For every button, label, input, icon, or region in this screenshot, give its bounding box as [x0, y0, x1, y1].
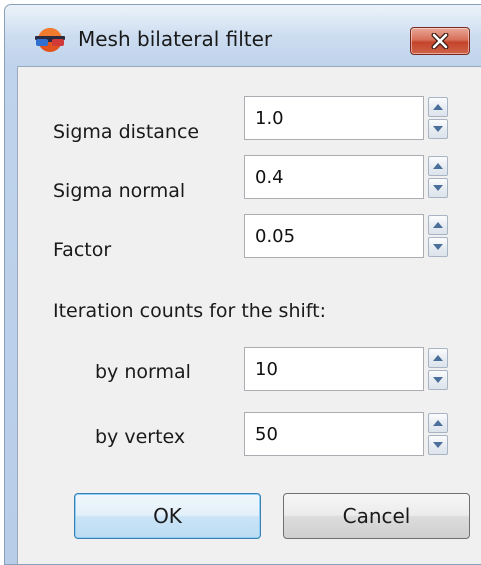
arrow-up-icon	[433, 163, 443, 169]
by-vertex-label: by vertex	[95, 426, 186, 448]
by-vertex-spinner[interactable]	[428, 412, 448, 456]
sigma-distance-down-button[interactable]	[428, 119, 448, 139]
ok-button[interactable]: OK	[74, 493, 261, 539]
by-normal-field[interactable]	[244, 347, 424, 391]
arrow-up-icon	[433, 420, 443, 426]
sigma-distance-field[interactable]	[244, 96, 424, 140]
close-button[interactable]	[410, 27, 470, 55]
sigma-distance-label: Sigma distance	[53, 121, 200, 143]
dialog-window: Mesh bilateral filter Sigma distance 1.0…	[4, 4, 481, 565]
app-icon	[32, 27, 68, 53]
sigma-distance-input[interactable]	[245, 97, 423, 139]
close-icon	[429, 33, 451, 49]
title-bar[interactable]: Mesh bilateral filter	[5, 5, 481, 61]
cancel-button[interactable]: Cancel	[283, 493, 470, 539]
arrow-down-icon	[433, 377, 443, 383]
by-normal-label: by normal	[95, 361, 191, 383]
sigma-distance-up-button[interactable]	[428, 97, 448, 117]
sigma-normal-field[interactable]	[244, 155, 424, 199]
by-normal-input[interactable]	[245, 348, 423, 390]
arrow-down-icon	[433, 126, 443, 132]
factor-spinner[interactable]	[428, 214, 448, 258]
dialog-body: Sigma distance Sigma normal Factor	[17, 66, 481, 564]
factor-field[interactable]	[244, 214, 424, 258]
by-normal-down-button[interactable]	[428, 370, 448, 390]
arrow-down-icon	[433, 244, 443, 250]
arrow-up-icon	[433, 222, 443, 228]
arrow-down-icon	[433, 442, 443, 448]
sigma-normal-spinner[interactable]	[428, 155, 448, 199]
factor-up-button[interactable]	[428, 215, 448, 235]
factor-down-button[interactable]	[428, 237, 448, 257]
sigma-distance-spinner[interactable]	[428, 96, 448, 140]
by-vertex-field[interactable]	[244, 412, 424, 456]
arrow-up-icon	[433, 104, 443, 110]
by-normal-up-button[interactable]	[428, 348, 448, 368]
arrow-up-icon	[433, 355, 443, 361]
by-normal-spinner[interactable]	[428, 347, 448, 391]
by-vertex-down-button[interactable]	[428, 435, 448, 455]
sigma-normal-up-button[interactable]	[428, 156, 448, 176]
by-vertex-up-button[interactable]	[428, 413, 448, 433]
by-vertex-input[interactable]	[245, 413, 423, 455]
sigma-normal-label: Sigma normal	[53, 180, 186, 202]
window-title: Mesh bilateral filter	[78, 27, 273, 51]
iteration-counts-heading: Iteration counts for the shift:	[53, 300, 326, 322]
factor-input[interactable]	[245, 215, 423, 257]
sigma-normal-down-button[interactable]	[428, 178, 448, 198]
sigma-normal-input[interactable]	[245, 156, 423, 198]
factor-label: Factor	[53, 239, 112, 261]
arrow-down-icon	[433, 185, 443, 191]
